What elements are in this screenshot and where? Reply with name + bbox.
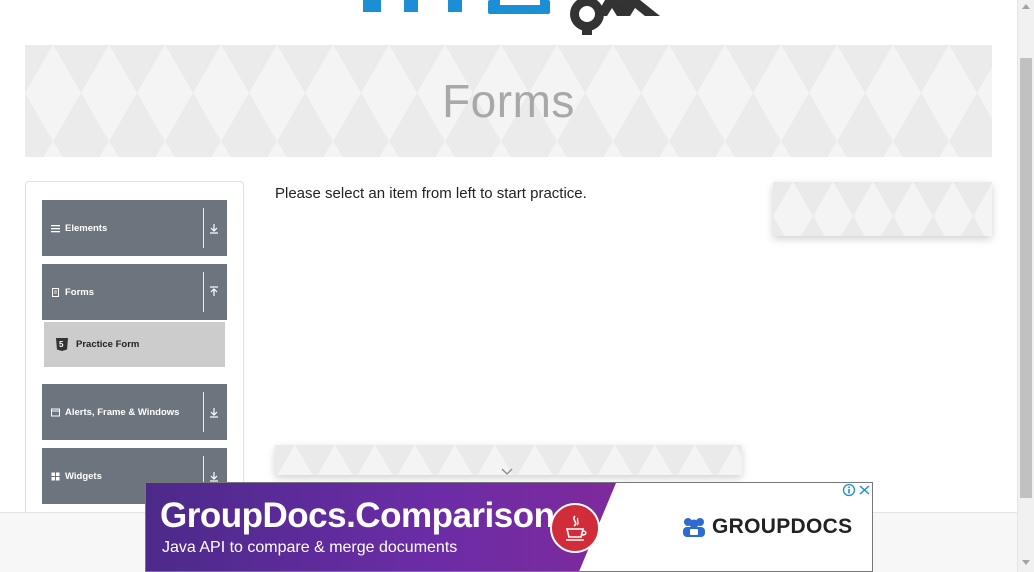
groupdocs-ad-banner[interactable]: GroupDocs.Comparison Java API to compare… bbox=[145, 482, 873, 572]
document-icon bbox=[52, 287, 59, 297]
window-icon bbox=[51, 408, 60, 416]
practice-prompt: Please select an item from left to start… bbox=[275, 185, 587, 202]
sidebar-group-label: Widgets bbox=[65, 470, 102, 482]
toolsqa-logo[interactable] bbox=[360, 0, 680, 36]
grid-icon bbox=[51, 472, 60, 480]
list-icon bbox=[51, 224, 60, 232]
sidebar-group-elements[interactable]: Elements bbox=[42, 200, 227, 256]
ad-brand-name: GROUPDOCS bbox=[712, 515, 853, 538]
groupdocs-brand: GROUPDOCS bbox=[681, 515, 852, 539]
ad-placeholder-right bbox=[773, 182, 992, 236]
group-divider bbox=[203, 208, 204, 248]
download-arrow-icon[interactable] bbox=[208, 220, 220, 236]
scroll-down-arrow-icon[interactable] bbox=[1022, 560, 1030, 565]
sidebar-group-label: Forms bbox=[65, 286, 95, 298]
sidebar-group-alerts[interactable]: Alerts, Frame & Windows bbox=[42, 384, 227, 440]
html5-icon: 5 bbox=[56, 338, 68, 351]
java-icon bbox=[550, 503, 600, 553]
ad-close-icon[interactable] bbox=[857, 483, 872, 497]
group-divider bbox=[203, 392, 204, 432]
page-title: Forms bbox=[442, 75, 575, 127]
group-divider bbox=[203, 272, 204, 312]
sidebar-group-label: Elements bbox=[65, 222, 108, 234]
scroll-thumb[interactable] bbox=[1020, 58, 1032, 498]
page-scrollbar[interactable] bbox=[1017, 0, 1034, 572]
sidebar-item-label: Practice Form bbox=[76, 339, 140, 350]
groupdocs-logo-icon bbox=[683, 518, 705, 537]
ad-left-panel: GroupDocs.Comparison Java API to compare… bbox=[146, 483, 616, 571]
download-arrow-icon[interactable] bbox=[208, 404, 220, 420]
sidebar-item-practice-form[interactable]: 5 Practice Form bbox=[44, 322, 225, 367]
page-banner: Forms bbox=[25, 45, 992, 157]
sidebar-group-forms[interactable]: Forms bbox=[42, 264, 227, 320]
ad-title: GroupDocs.Comparison bbox=[160, 496, 555, 535]
scroll-up-arrow-icon[interactable] bbox=[1022, 4, 1030, 9]
sidebar-group-label: Alerts, Frame & Windows bbox=[65, 406, 180, 418]
sidebar-menu: Elements Forms 5 Practice Form Alerts, F… bbox=[25, 181, 244, 521]
chevron-down-icon[interactable] bbox=[500, 467, 514, 477]
ad-subtitle: Java API to compare & merge documents bbox=[162, 539, 458, 556]
upload-arrow-icon[interactable] bbox=[208, 284, 220, 300]
ad-info-icon[interactable] bbox=[842, 483, 856, 497]
